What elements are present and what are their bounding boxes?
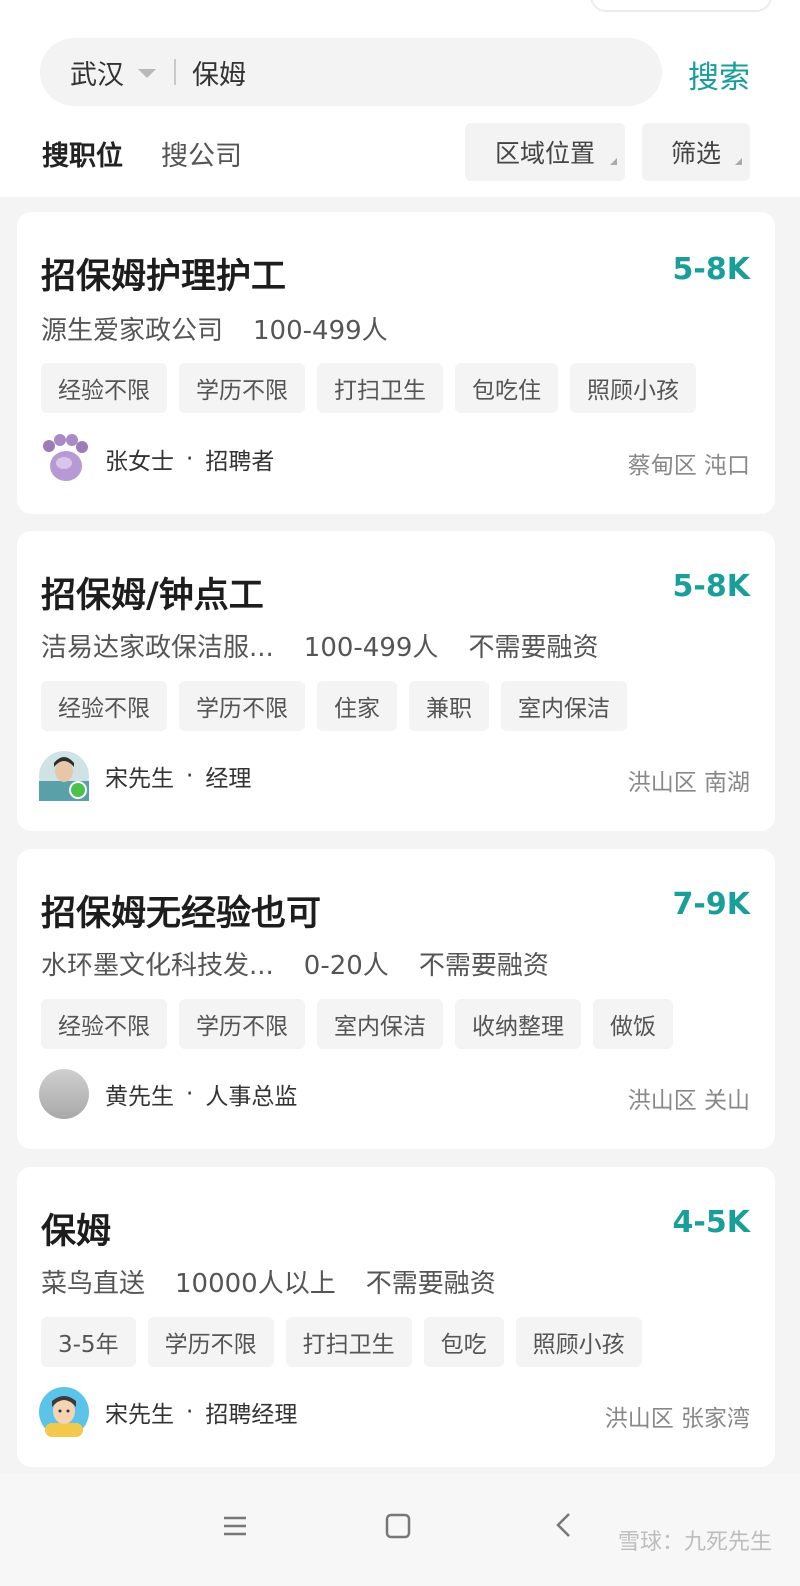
job-tag: 照顾小孩	[570, 363, 696, 413]
search-button[interactable]: 搜索	[688, 52, 750, 97]
job-tag: 包吃	[423, 1317, 504, 1367]
purple-paw-avatar-icon	[39, 434, 89, 484]
search-input[interactable]	[192, 56, 572, 88]
job-salary: 7-9K	[672, 887, 750, 922]
job-tag: 住家	[317, 681, 397, 731]
job-title: 招保姆无经验也可	[41, 894, 322, 934]
company-info: 源生爱家政公司 100-499人	[41, 310, 388, 347]
recruiter-name: 宋先生	[105, 766, 174, 792]
dropdown-corner-icon	[610, 158, 617, 165]
job-salary: 4-5K	[672, 1205, 750, 1240]
gray-avatar-icon	[39, 1069, 89, 1119]
job-tag: 学历不限	[147, 1317, 274, 1367]
tab-search-jobs[interactable]: 搜职位	[42, 134, 123, 173]
search-divider	[174, 59, 176, 85]
company-funding: 不需要融资	[468, 633, 599, 663]
area-filter-label: 区域位置	[494, 139, 595, 168]
job-tag: 包吃住	[455, 363, 558, 413]
job-location: 洪山区 关山	[627, 1088, 750, 1114]
company-info: 水环墨文化科技发... 0-20人 不需要融资	[41, 945, 549, 982]
job-location: 蔡甸区 沌口	[627, 453, 750, 479]
recruiter-role: 招聘经理	[205, 1402, 298, 1428]
recruiter-info: 宋先生 · 经理	[39, 751, 251, 801]
recruiter-info: 张女士 · 招聘者	[39, 434, 274, 484]
company-name: 菜鸟直送	[41, 1269, 146, 1299]
search-type-tabs: 搜职位 搜公司	[42, 134, 242, 173]
job-tags: 经验不限 学历不限 住家 兼职 室内保洁	[41, 681, 627, 731]
job-tag: 经验不限	[41, 363, 167, 413]
job-location: 洪山区 南湖	[627, 770, 750, 796]
photo-avatar-online-icon	[39, 751, 89, 801]
job-tags: 3-5年 学历不限 打扫卫生 包吃 照顾小孩	[41, 1317, 642, 1367]
job-tag: 室内保洁	[501, 681, 627, 731]
job-tag: 经验不限	[41, 681, 167, 731]
search-bar[interactable]: 武汉	[40, 38, 662, 106]
job-card[interactable]: 招保姆/钟点工 5-8K 洁易达家政保洁服... 100-499人 不需要融资 …	[17, 531, 775, 831]
company-size: 10000人以上	[175, 1269, 336, 1299]
recruiter-role: 人事总监	[205, 1084, 298, 1110]
watermark-text: 雪球：九死先生	[617, 1530, 772, 1555]
job-tag: 室内保洁	[317, 999, 443, 1049]
job-card[interactable]: 招保姆护理护工 5-8K 源生爱家政公司 100-499人 经验不限 学历不限 …	[17, 212, 775, 514]
job-title: 招保姆护理护工	[41, 257, 287, 297]
company-funding: 不需要融资	[365, 1269, 496, 1299]
company-info: 菜鸟直送 10000人以上 不需要融资	[41, 1263, 496, 1300]
chevron-down-icon[interactable]	[138, 68, 156, 78]
job-tags: 经验不限 学历不限 室内保洁 收纳整理 做饭	[41, 999, 673, 1049]
job-tag: 经验不限	[41, 999, 167, 1049]
separator-dot: ·	[186, 1399, 194, 1425]
job-title: 招保姆/钟点工	[41, 576, 264, 616]
menu-icon[interactable]	[211, 1502, 259, 1550]
recruiter-name: 黄先生	[105, 1084, 174, 1110]
company-funding: 不需要融资	[418, 951, 549, 981]
job-tag: 学历不限	[179, 999, 305, 1049]
company-name: 源生爱家政公司	[41, 316, 224, 346]
separator-dot: ·	[186, 1081, 194, 1107]
recruiter-name: 张女士	[105, 449, 174, 475]
job-tag: 学历不限	[179, 363, 305, 413]
filter-button[interactable]: 筛选	[642, 123, 750, 181]
filter-label: 筛选	[670, 139, 721, 168]
separator-dot: ·	[186, 446, 194, 472]
cartoon-man-avatar-icon	[39, 1387, 89, 1437]
job-tag: 兼职	[409, 681, 489, 731]
job-title: 保姆	[41, 1212, 112, 1252]
recruiter-info: 宋先生 · 招聘经理	[39, 1387, 297, 1437]
job-salary: 5-8K	[672, 569, 750, 604]
job-card[interactable]: 保姆 4-5K 菜鸟直送 10000人以上 不需要融资 3-5年 学历不限 打扫…	[17, 1167, 775, 1467]
recruiter-role: 招聘者	[205, 449, 275, 475]
job-tag: 照顾小孩	[515, 1317, 642, 1367]
job-tag: 3-5年	[41, 1317, 136, 1367]
job-tag: 打扫卫生	[317, 363, 443, 413]
home-square-icon[interactable]	[374, 1502, 422, 1550]
company-size: 100-499人	[303, 633, 439, 663]
recruiter-name: 宋先生	[105, 1402, 174, 1428]
company-name: 水环墨文化科技发...	[41, 951, 274, 981]
job-tag: 打扫卫生	[285, 1317, 412, 1367]
area-filter-button[interactable]: 区域位置	[465, 123, 625, 181]
company-name: 洁易达家政保洁服...	[41, 633, 274, 663]
recruiter-role: 经理	[205, 766, 252, 792]
job-tags: 经验不限 学历不限 打扫卫生 包吃住 照顾小孩	[41, 363, 696, 413]
back-chevron-icon[interactable]	[541, 1502, 589, 1550]
search-header: 武汉 搜索 搜职位 搜公司 区域位置 筛选	[0, 0, 800, 197]
company-size: 100-499人	[253, 316, 388, 346]
recruiter-info: 黄先生 · 人事总监	[39, 1069, 297, 1119]
company-size: 0-20人	[303, 951, 389, 981]
job-tag: 做饭	[593, 999, 673, 1049]
job-salary: 5-8K	[672, 252, 750, 287]
job-tag: 收纳整理	[455, 999, 581, 1049]
job-location: 洪山区 张家湾	[604, 1406, 750, 1432]
top-pill-button[interactable]	[590, 0, 772, 12]
job-card[interactable]: 招保姆无经验也可 7-9K 水环墨文化科技发... 0-20人 不需要融资 经验…	[17, 849, 775, 1149]
dropdown-corner-icon	[735, 158, 742, 165]
separator-dot: ·	[186, 763, 194, 789]
city-selector[interactable]: 武汉	[70, 53, 124, 92]
tab-search-companies[interactable]: 搜公司	[161, 134, 242, 173]
company-info: 洁易达家政保洁服... 100-499人 不需要融资	[41, 627, 598, 664]
job-tag: 学历不限	[179, 681, 305, 731]
